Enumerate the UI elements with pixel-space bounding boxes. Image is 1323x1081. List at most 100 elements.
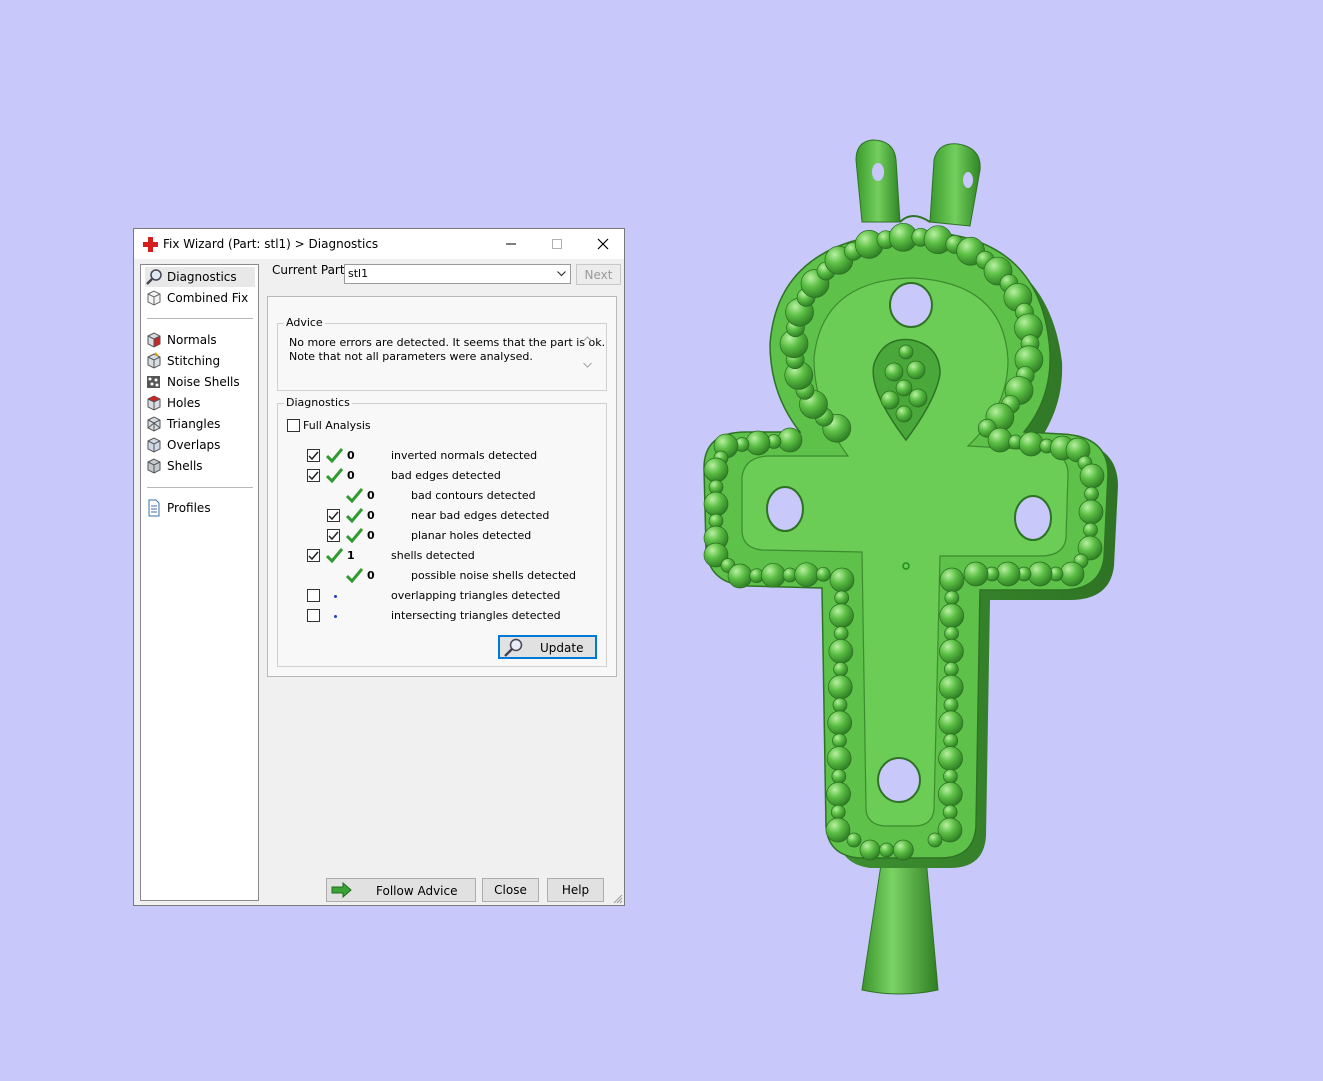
document-icon: [148, 499, 160, 517]
diagnostic-checkbox[interactable]: [307, 609, 320, 622]
current-part-select[interactable]: stl1: [344, 264, 571, 284]
sidebar-item-diagnostics[interactable]: Diagnostics: [145, 267, 255, 287]
bead-sphere: [832, 733, 847, 749]
bead-sphere: [830, 804, 846, 820]
diagnostic-label: intersecting triangles detected: [391, 609, 561, 622]
chevron-down-icon: [557, 271, 566, 277]
sidebar-item-overlaps[interactable]: Overlaps: [145, 435, 255, 455]
bead-sphere: [943, 769, 958, 784]
help-button[interactable]: Help: [547, 878, 604, 902]
title-bar[interactable]: Fix Wizard (Part: stl1) > Diagnostics: [134, 229, 624, 259]
bead-sphere: [760, 562, 786, 588]
bead-sphere: [1027, 561, 1053, 587]
noise-shells-icon: [147, 376, 160, 388]
diagnostic-count: 1: [347, 549, 355, 562]
status-ok-icon: [345, 488, 364, 506]
diagnostic-checkbox[interactable]: [307, 469, 320, 482]
sidebar-item-stitching[interactable]: Stitching: [145, 351, 255, 371]
status-ok-icon: [345, 508, 364, 526]
update-label: Update: [540, 641, 584, 655]
status-ok-icon: [345, 568, 364, 586]
bead-sphere: [937, 781, 963, 807]
diagnostic-label: bad edges detected: [391, 469, 501, 482]
green-checkmark-icon: [345, 528, 364, 544]
wizard-sidebar: Diagnostics Combined Fix Normals Stitchi…: [140, 264, 259, 901]
sidebar-item-combined-fix[interactable]: Combined Fix: [145, 288, 255, 308]
bead-sphere: [943, 661, 959, 677]
diagnostic-label: possible noise shells detected: [411, 569, 577, 582]
green-checkmark-icon: [345, 508, 364, 524]
bead-sphere: [944, 590, 960, 606]
close-button[interactable]: Close: [482, 878, 539, 902]
next-button[interactable]: Next: [576, 264, 621, 285]
bead-sphere: [906, 360, 926, 380]
minimize-icon: [506, 243, 516, 245]
maximize-icon: [552, 239, 562, 249]
diagnostic-checkbox[interactable]: [327, 529, 340, 542]
update-button[interactable]: Update: [498, 635, 597, 659]
bead-sphere: [815, 566, 831, 582]
scroll-down-icon[interactable]: [583, 362, 592, 368]
diagnostic-label: overlapping triangles detected: [391, 589, 561, 602]
sidebar-item-label: Profiles: [167, 501, 211, 515]
follow-advice-button[interactable]: Follow Advice: [326, 878, 476, 902]
bead-sphere: [938, 746, 963, 771]
bead-sphere: [927, 832, 943, 848]
current-part-value: stl1: [348, 267, 369, 280]
bead-sphere: [908, 388, 928, 408]
sidebar-item-profiles[interactable]: Profiles: [145, 498, 255, 518]
diagnostic-label: planar holes detected: [411, 529, 532, 542]
sidebar-item-label: Diagnostics: [167, 270, 237, 284]
checkbox-tick-icon: [328, 511, 339, 520]
diagnostic-count: 0: [367, 509, 375, 522]
diagnostics-title: Diagnostics: [284, 396, 352, 409]
bead-sphere: [944, 626, 959, 641]
red-cross-icon: [143, 237, 158, 255]
sidebar-item-normals[interactable]: Normals: [145, 330, 255, 350]
green-checkmark-icon: [345, 488, 364, 504]
sidebar-item-label: Noise Shells: [167, 375, 240, 389]
diagnostic-label: near bad edges detected: [411, 509, 550, 522]
sidebar-item-noise-shells[interactable]: Noise Shells: [145, 372, 255, 392]
sidebar-item-holes[interactable]: Holes: [145, 393, 255, 413]
maximize-button[interactable]: [534, 229, 580, 259]
sidebar-item-triangles[interactable]: Triangles: [145, 414, 255, 434]
diagnostics-panel: Advice No more errors are detected. It s…: [267, 296, 617, 677]
diagnostic-checkbox[interactable]: [307, 549, 320, 562]
checkbox-tick-icon: [328, 531, 339, 540]
status-pending-icon: [334, 615, 337, 618]
bead-sphere: [1018, 431, 1044, 457]
bead-sphere: [834, 590, 850, 606]
close-window-button[interactable]: [580, 229, 626, 259]
diagnostic-count: 0: [347, 449, 355, 462]
diagnostic-checkbox[interactable]: [307, 589, 320, 602]
diagnostic-count: 0: [347, 469, 355, 482]
holes-cube-icon: [147, 395, 161, 411]
diagnostic-count: 0: [367, 489, 375, 502]
bead-sphere: [727, 563, 753, 589]
bead-sphere: [745, 430, 771, 456]
bead-sphere: [703, 457, 729, 483]
resize-grip-icon[interactable]: [613, 894, 623, 904]
diagnostic-checkbox[interactable]: [307, 449, 320, 462]
bead-sphere: [1078, 499, 1104, 525]
full-analysis-checkbox[interactable]: [287, 419, 300, 432]
stitching-cube-icon: [147, 352, 161, 369]
green-checkmark-icon: [345, 568, 364, 584]
magnifier-icon: [146, 269, 162, 285]
status-ok-icon: [325, 548, 344, 566]
bead-sphere: [895, 405, 913, 423]
diagnostic-checkbox[interactable]: [327, 509, 340, 522]
bead-sphere: [833, 626, 849, 641]
sidebar-item-shells[interactable]: Shells: [145, 456, 255, 476]
sidebar-separator: [147, 487, 253, 488]
bead-sphere: [1084, 486, 1099, 502]
status-ok-icon: [345, 528, 364, 546]
bead-sphere: [828, 639, 854, 664]
minimize-button[interactable]: [488, 229, 534, 259]
bead-sphere: [832, 697, 848, 713]
scroll-up-icon[interactable]: [583, 336, 592, 342]
fix-wizard-dialog: Fix Wizard (Part: stl1) > Diagnostics Di…: [133, 228, 625, 906]
normals-cube-icon: [147, 332, 161, 348]
cube-outline-icon: [147, 290, 161, 306]
